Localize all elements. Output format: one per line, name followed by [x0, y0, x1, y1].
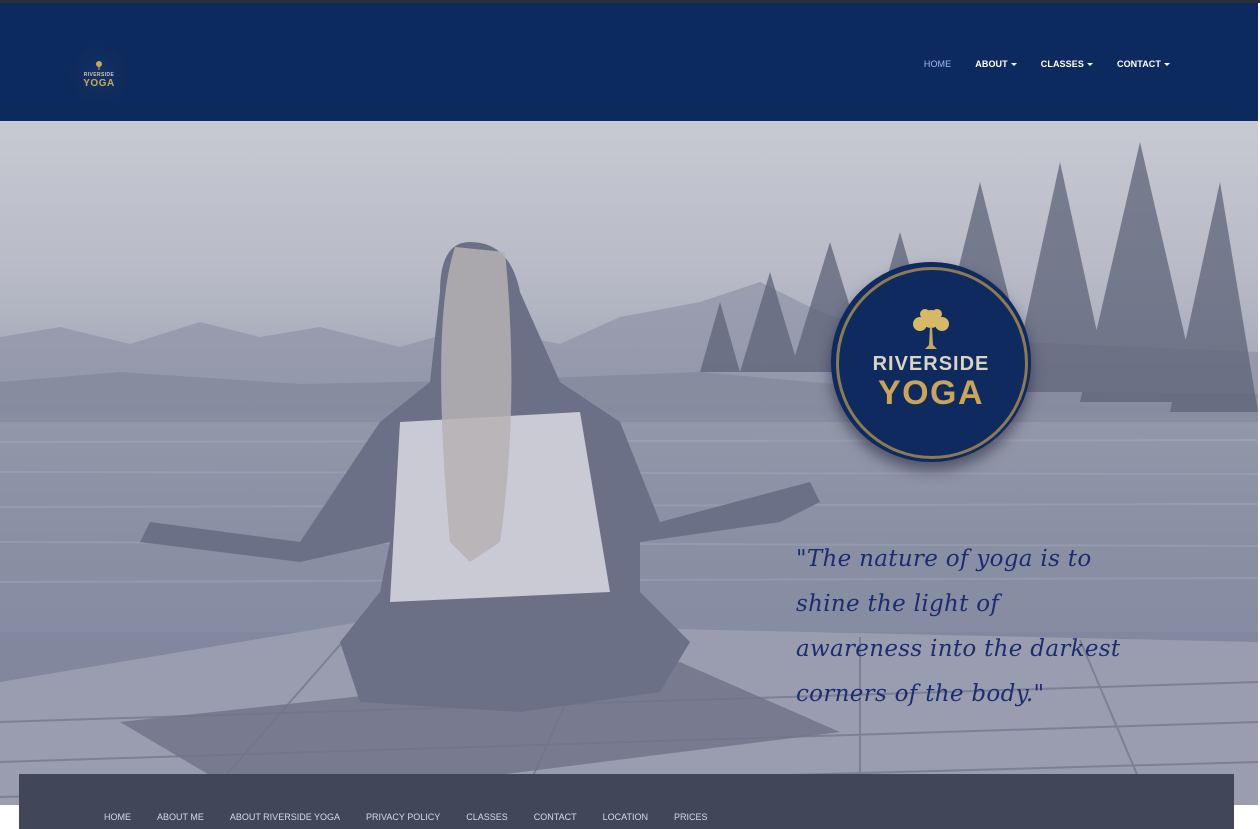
- caret-down-icon: [1086, 62, 1093, 66]
- footer-link-location[interactable]: LOCATION: [603, 812, 648, 822]
- footer-link-about-riverside-yoga[interactable]: ABOUT RIVERSIDE YOGA: [230, 812, 340, 822]
- badge-text-yoga: YOGA: [877, 374, 985, 412]
- footer-link-privacy-policy[interactable]: PRIVACY POLICY: [366, 812, 440, 822]
- nav-item-contact[interactable]: CONTACT: [1117, 59, 1170, 69]
- footer-link-contact[interactable]: CONTACT: [534, 812, 577, 822]
- caret-down-icon: [1010, 62, 1017, 66]
- nav-item-classes[interactable]: CLASSES: [1041, 59, 1093, 69]
- site-logo[interactable]: RIVERSIDE YOGA: [70, 46, 128, 104]
- footer-link-classes[interactable]: CLASSES: [466, 812, 508, 822]
- footer-link-prices[interactable]: PRICES: [674, 812, 708, 822]
- footer-link-home[interactable]: HOME: [104, 812, 131, 822]
- footer-nav: HOME ABOUT ME ABOUT RIVERSIDE YOGA PRIVA…: [104, 812, 733, 822]
- tree-icon: [96, 61, 102, 70]
- caret-down-icon: [1164, 62, 1170, 66]
- nav-item-label: HOME: [923, 59, 952, 69]
- site-header: RIVERSIDE YOGA HOME ABOUT CLASSES CONTAC…: [0, 3, 1258, 122]
- footer-link-about-me[interactable]: ABOUT ME: [157, 812, 204, 822]
- logo-text-yoga: YOGA: [83, 78, 115, 89]
- hero-quote: "The nature of yoga is to shine the ligh…: [796, 546, 1121, 707]
- nav-item-label: CLASSES: [1040, 59, 1084, 69]
- site-footer: HOME ABOUT ME ABOUT RIVERSIDE YOGA PRIVA…: [19, 774, 1234, 829]
- main-nav: HOME ABOUT CLASSES CONTACT: [900, 59, 1170, 69]
- nav-item-label: ABOUT: [975, 59, 1008, 69]
- hero-logo-badge: RIVERSIDE YOGA: [831, 262, 1031, 462]
- nav-item-label: CONTACT: [1116, 59, 1161, 69]
- nav-item-home[interactable]: HOME: [924, 59, 951, 69]
- badge-text-riverside: RIVERSIDE: [872, 353, 990, 375]
- nav-item-about[interactable]: ABOUT: [975, 59, 1017, 69]
- hero-banner: RIVERSIDE YOGA "The nature of yoga is to…: [0, 122, 1258, 805]
